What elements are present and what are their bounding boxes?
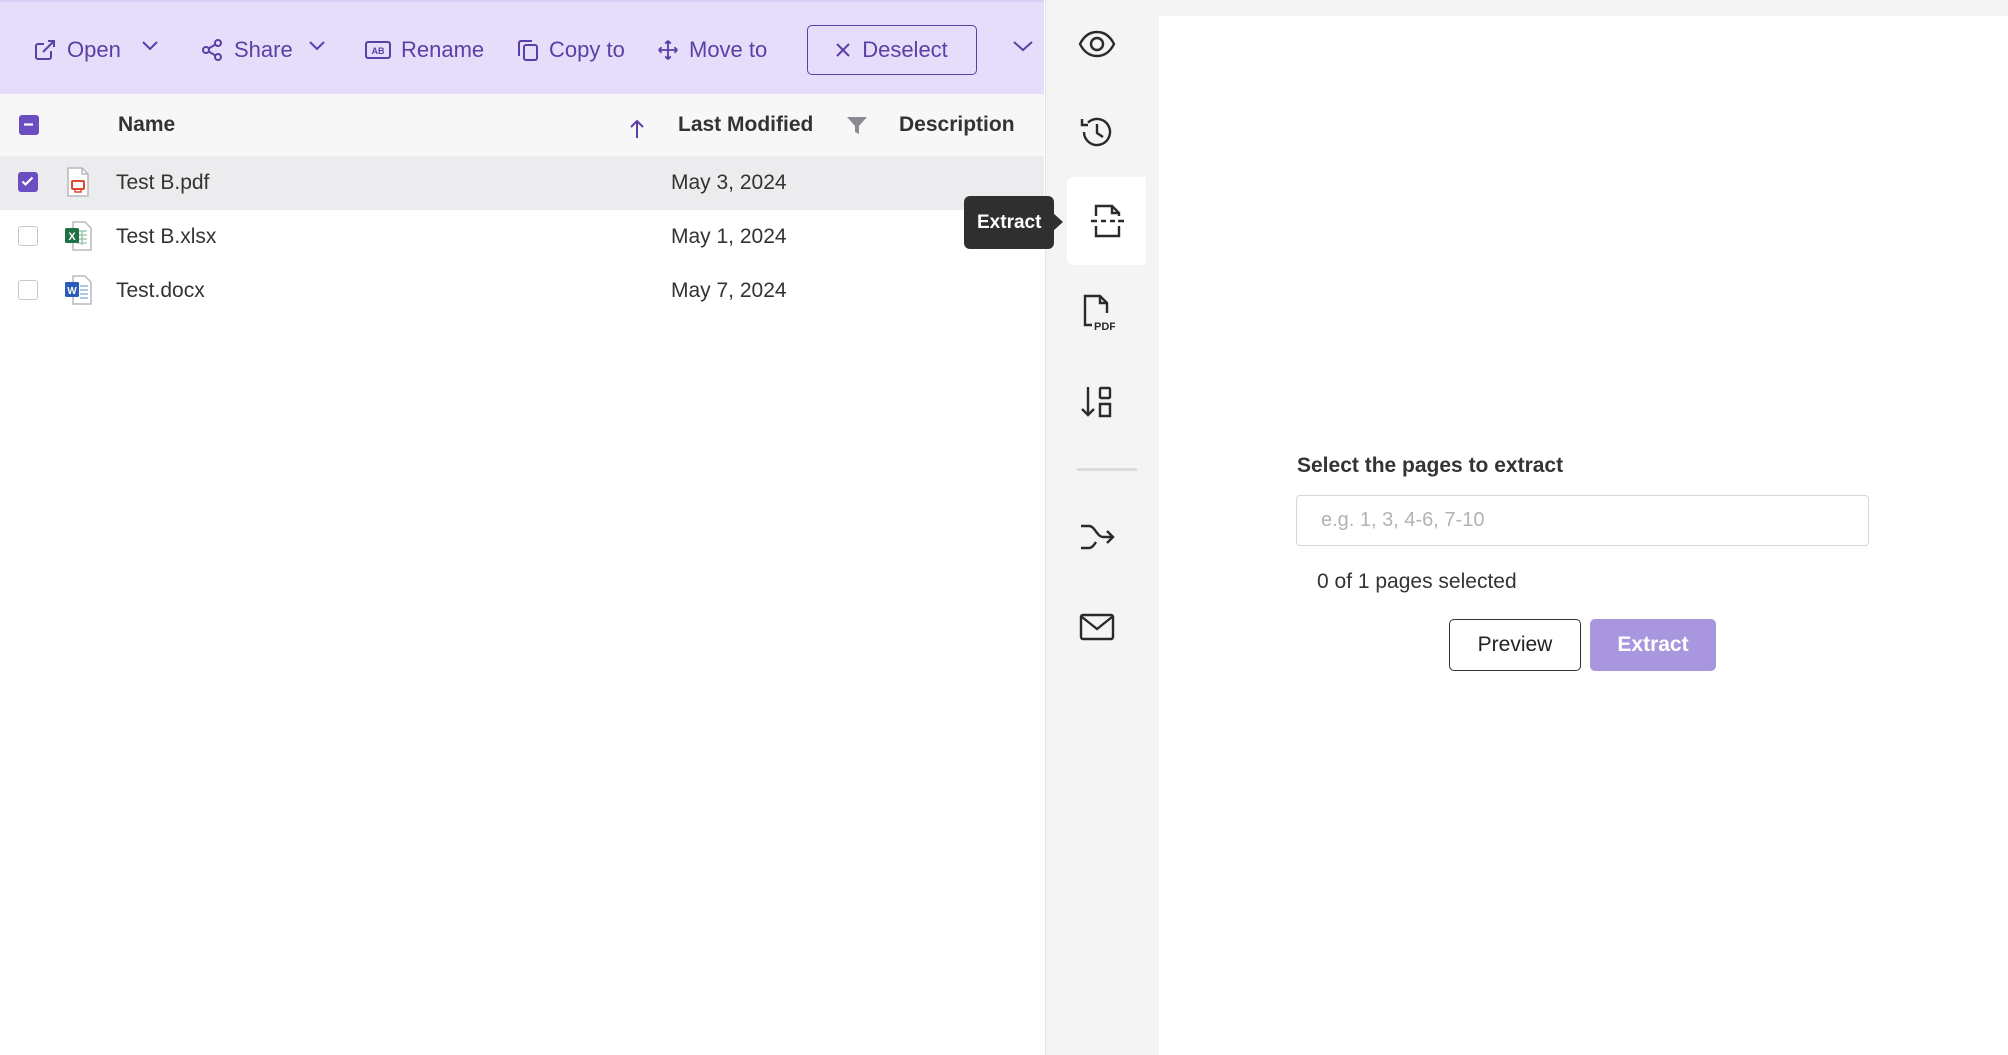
column-header-description[interactable]: Description bbox=[899, 94, 1015, 156]
table-row[interactable]: W Test.docx May 7, 2024 bbox=[0, 264, 1044, 318]
deselect-button[interactable]: Deselect bbox=[807, 25, 977, 75]
preview-button[interactable]: Preview bbox=[1449, 619, 1581, 671]
extract-tool-button[interactable] bbox=[1067, 177, 1147, 265]
history-icon bbox=[1080, 117, 1111, 147]
pages-input[interactable] bbox=[1296, 495, 1869, 546]
copy-to-button[interactable]: Copy to bbox=[517, 26, 625, 74]
copy-to-label: Copy to bbox=[549, 37, 625, 62]
rename-icon: AB bbox=[365, 41, 391, 59]
move-to-button[interactable]: Move to bbox=[657, 26, 767, 74]
copy-icon bbox=[518, 40, 538, 61]
rename-label: Rename bbox=[401, 37, 485, 62]
file-name[interactable]: Test B.xlsx bbox=[116, 210, 216, 264]
row-checkbox[interactable] bbox=[18, 280, 38, 300]
row-checkbox[interactable] bbox=[18, 172, 38, 192]
convert-to-pdf-button[interactable]: PDF bbox=[1046, 268, 1147, 356]
row-checkbox[interactable] bbox=[18, 226, 38, 246]
table-row[interactable]: X Test B.xlsx May 1, 2024 bbox=[0, 210, 1044, 264]
file-name[interactable]: Test B.pdf bbox=[116, 156, 209, 210]
excel-file-icon: X bbox=[65, 221, 92, 251]
file-modified-date: May 3, 2024 bbox=[671, 171, 787, 194]
pdf-convert-icon: PDF bbox=[1083, 294, 1115, 332]
share-icon bbox=[202, 39, 222, 61]
organize-tool-button[interactable] bbox=[1046, 358, 1147, 446]
table-header: Name Last Modified Description bbox=[0, 94, 1044, 157]
deselect-label: Deselect bbox=[862, 37, 948, 62]
file-modified-date: May 1, 2024 bbox=[671, 225, 787, 248]
chevron-down-icon[interactable] bbox=[140, 36, 160, 56]
filter-icon[interactable] bbox=[846, 116, 868, 136]
email-tool-button[interactable] bbox=[1046, 583, 1147, 671]
sort-ascending-icon[interactable] bbox=[629, 119, 645, 139]
word-file-icon: W bbox=[65, 275, 92, 305]
preview-tool-button[interactable] bbox=[1046, 0, 1147, 88]
history-tool-button[interactable] bbox=[1046, 88, 1147, 176]
selection-toolbar: Open Share AB Rename Copy to Move to Des… bbox=[0, 0, 1044, 96]
extract-icon bbox=[1091, 204, 1124, 238]
extract-pages-label: Select the pages to extract bbox=[1297, 454, 1564, 477]
column-header-last-modified[interactable]: Last Modified bbox=[678, 94, 813, 156]
svg-text:PDF: PDF bbox=[1094, 321, 1115, 332]
file-modified-date: May 7, 2024 bbox=[671, 279, 787, 302]
svg-text:W: W bbox=[67, 286, 77, 297]
extract-button-label: Extract bbox=[1617, 633, 1689, 656]
share-button[interactable]: Share bbox=[200, 26, 293, 74]
svg-text:AB: AB bbox=[372, 46, 385, 56]
svg-text:X: X bbox=[68, 231, 76, 243]
mail-icon bbox=[1079, 613, 1114, 641]
external-link-icon bbox=[35, 40, 55, 60]
chevron-down-icon[interactable] bbox=[307, 36, 327, 56]
rail-divider bbox=[1077, 468, 1137, 471]
tools-rail: PDF bbox=[1045, 0, 1147, 1055]
merge-tool-button[interactable] bbox=[1046, 493, 1147, 581]
move-icon bbox=[658, 40, 678, 60]
eye-icon bbox=[1078, 30, 1115, 58]
share-label: Share bbox=[234, 37, 293, 62]
rename-button[interactable]: AB Rename bbox=[365, 26, 484, 74]
move-to-label: Move to bbox=[689, 37, 768, 62]
table-row[interactable]: Test B.pdf May 3, 2024 bbox=[0, 156, 1044, 210]
file-name[interactable]: Test.docx bbox=[116, 264, 205, 318]
open-label: Open bbox=[67, 37, 121, 62]
minus-icon bbox=[24, 123, 33, 126]
sort-shapes-icon bbox=[1080, 386, 1111, 418]
extract-tooltip: Extract bbox=[964, 196, 1064, 249]
select-all-checkbox[interactable] bbox=[19, 115, 39, 135]
pages-selected-count: 0 of 1 pages selected bbox=[1317, 570, 1517, 593]
file-list-pane: Open Share AB Rename Copy to Move to Des… bbox=[0, 0, 1044, 1055]
close-icon bbox=[836, 43, 850, 57]
more-chevron-icon[interactable] bbox=[1012, 36, 1034, 56]
preview-label: Preview bbox=[1477, 633, 1553, 656]
column-header-name[interactable]: Name bbox=[118, 94, 175, 156]
extract-button[interactable]: Extract bbox=[1590, 619, 1716, 671]
open-button[interactable]: Open bbox=[33, 26, 121, 74]
check-icon bbox=[21, 176, 34, 187]
pdf-file-icon bbox=[67, 167, 89, 197]
merge-arrow-icon bbox=[1080, 524, 1115, 550]
